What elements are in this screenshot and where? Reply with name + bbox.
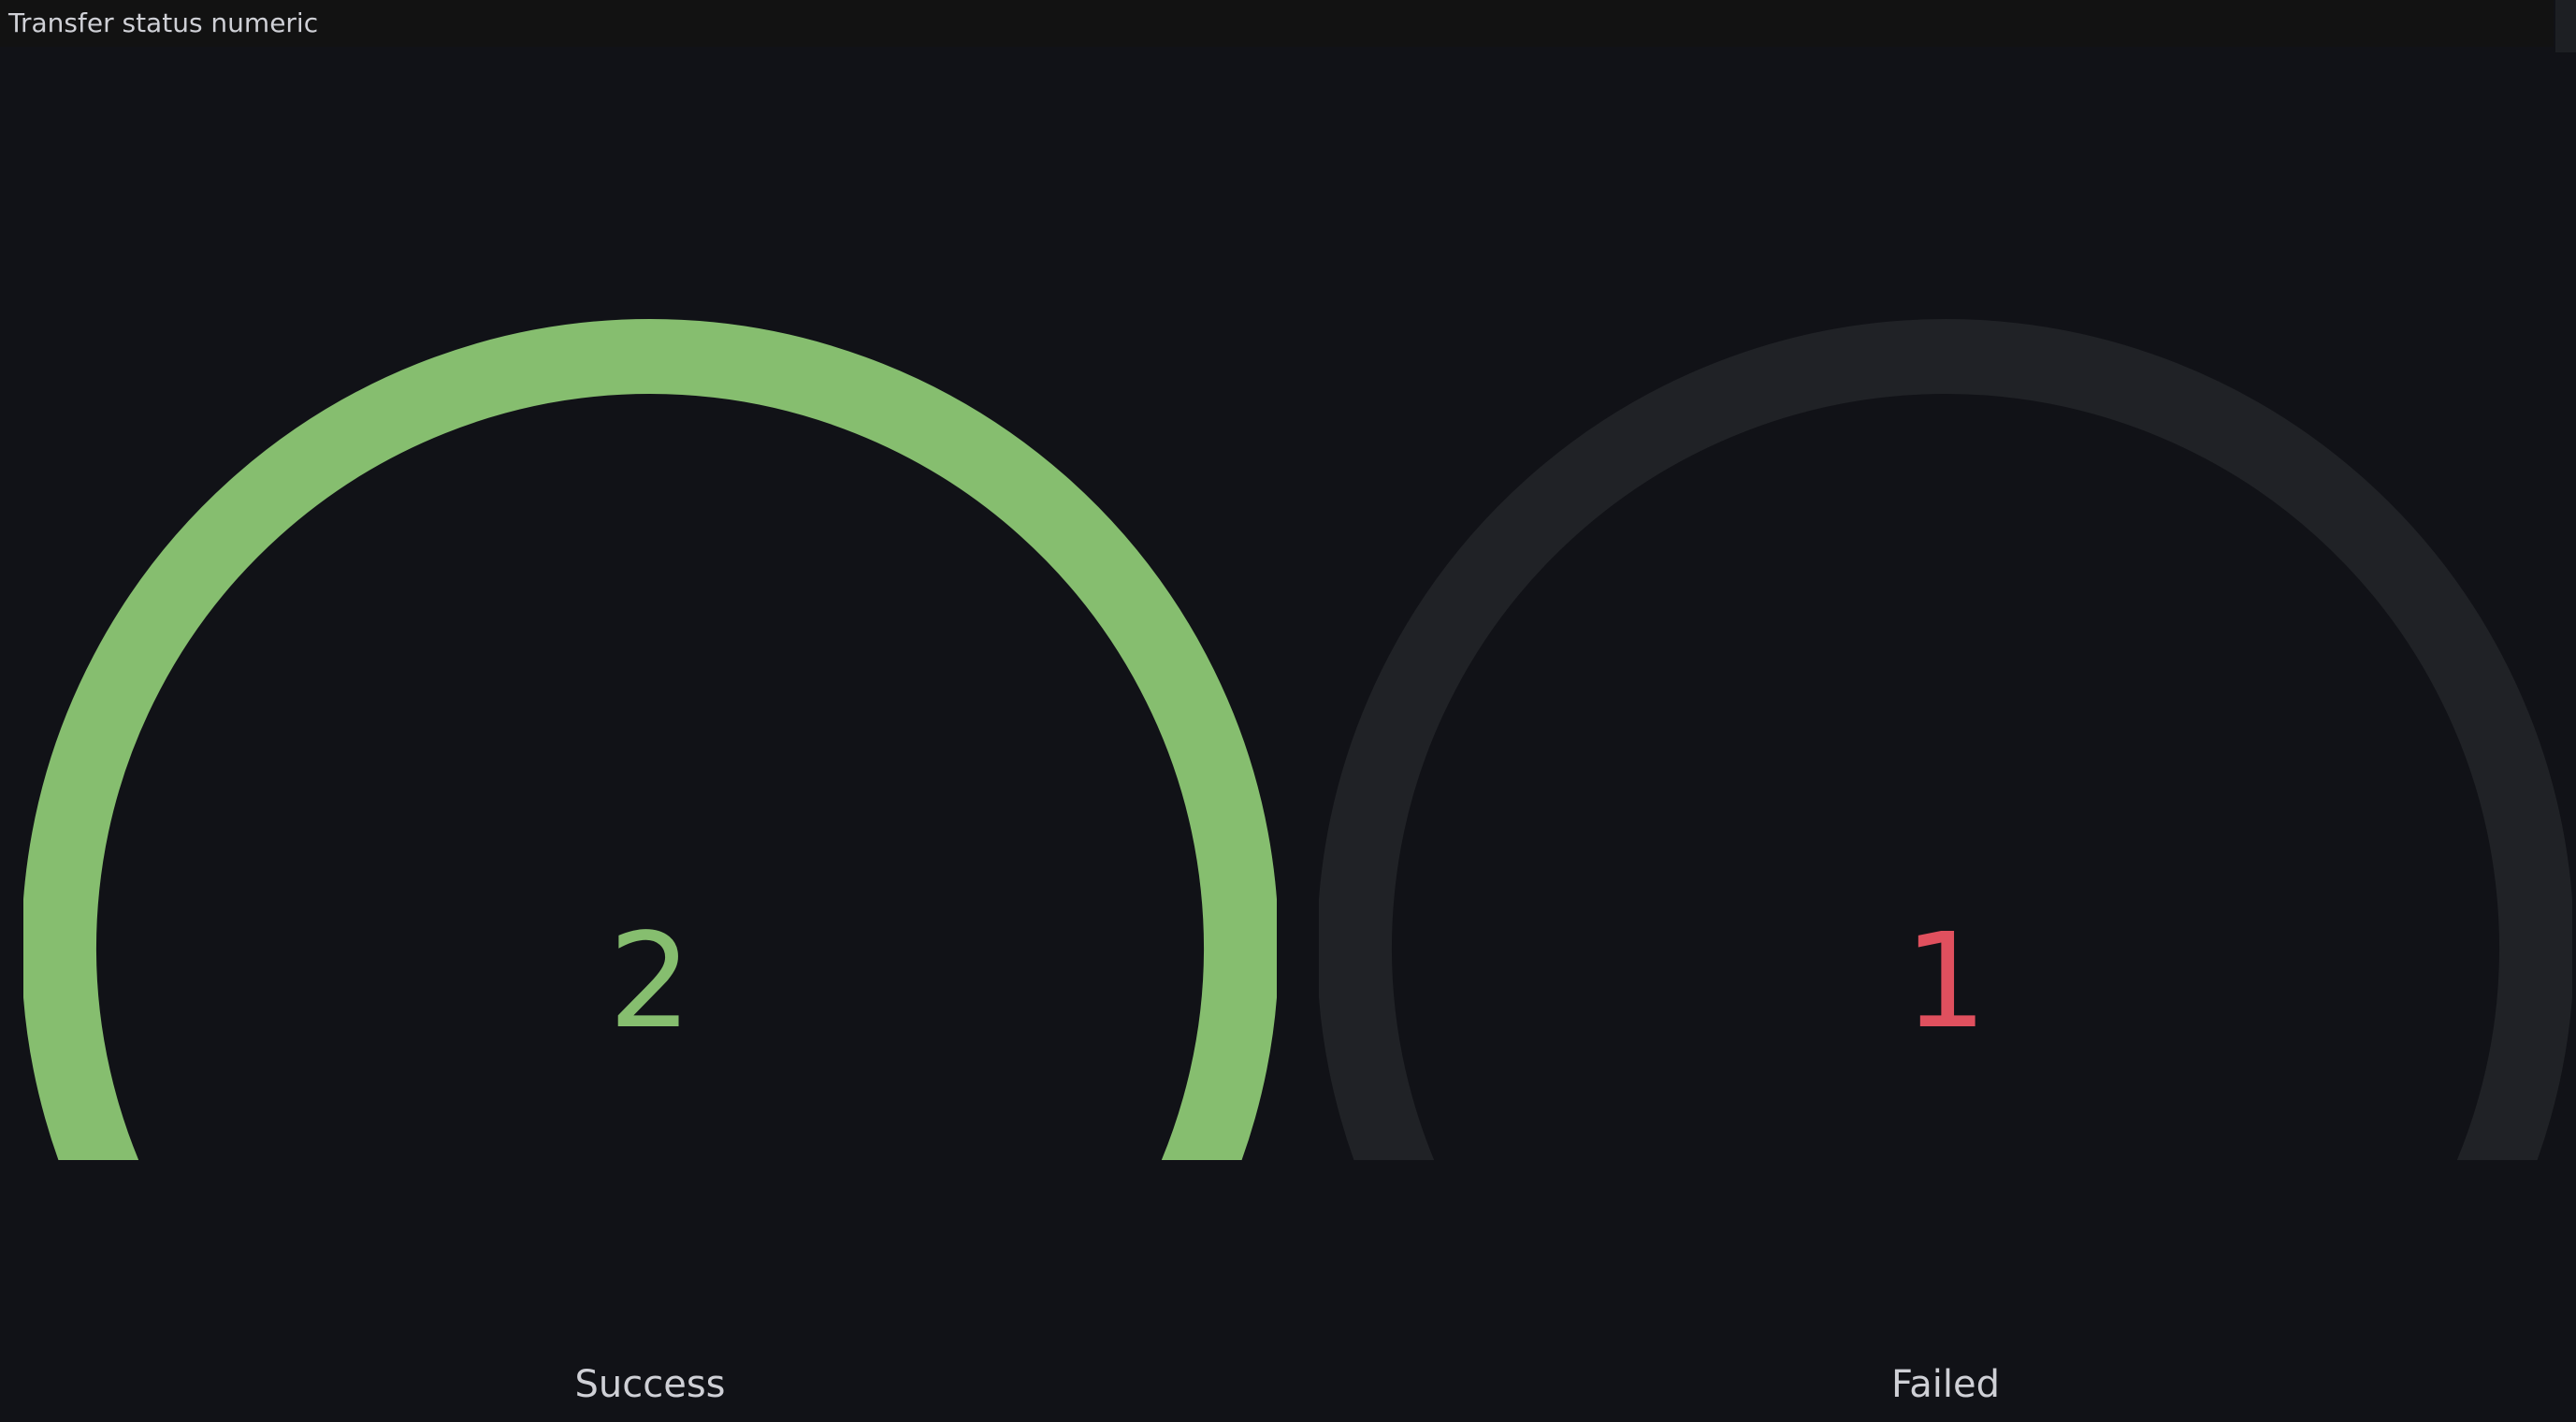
gauge-success-label: Success xyxy=(574,1363,726,1406)
panel-header[interactable]: Transfer status numeric xyxy=(0,0,2554,47)
gauge-failed-value: 1 xyxy=(1903,906,1988,1058)
gauge-panel: Transfer status numeric 2 Success 1 Fail… xyxy=(0,0,2576,1422)
gauge-failed: 1 Failed xyxy=(1319,318,2572,1422)
panel-title: Transfer status numeric xyxy=(8,7,319,38)
gauge-failed-label: Failed xyxy=(1890,1363,2001,1406)
panel-menu-handle[interactable] xyxy=(2555,0,2576,52)
gauge-success: 2 Success xyxy=(23,318,1277,1422)
gauge-success-value: 2 xyxy=(608,906,692,1058)
